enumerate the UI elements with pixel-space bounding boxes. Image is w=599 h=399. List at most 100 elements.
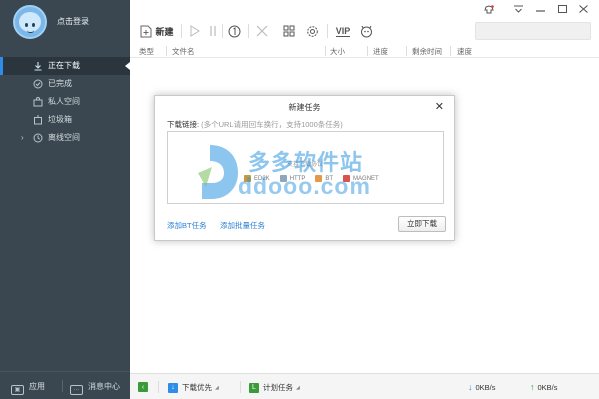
- divider: [222, 24, 223, 38]
- download-link-label: 下载链接: (多个URL请用回车换行，支持1000条任务): [167, 119, 343, 130]
- message-icon: ···: [70, 385, 83, 395]
- avatar-eye: [25, 23, 28, 27]
- limit-button[interactable]: [225, 22, 243, 40]
- divider: [450, 46, 451, 56]
- message-center-label: 消息中心: [88, 382, 120, 391]
- magnet-icon: [343, 175, 351, 182]
- dropdown-arrow-icon: ◢: [215, 384, 219, 391]
- delete-x-icon: [256, 25, 268, 37]
- cloud-icon: [32, 132, 44, 144]
- maximize-button[interactable]: [558, 5, 567, 15]
- login-link[interactable]: 点击登录: [57, 16, 89, 27]
- vip-button[interactable]: VIP: [333, 22, 353, 40]
- protocol-bt: BT: [315, 175, 333, 182]
- divider: [325, 46, 326, 56]
- apps-label: 应用: [29, 382, 45, 391]
- add-bt-task-link[interactable]: 添加BT任务: [167, 220, 207, 231]
- divider: [181, 24, 182, 38]
- column-header-remaining[interactable]: 剩余时间: [412, 46, 442, 57]
- new-task-label: 新建: [155, 26, 174, 37]
- new-file-icon: [140, 25, 152, 38]
- settings-button[interactable]: [304, 22, 320, 40]
- sidebar-item-label: 私人空间: [48, 97, 80, 106]
- column-header-size[interactable]: 大小: [330, 46, 345, 57]
- column-header-filename[interactable]: 文件名: [172, 46, 195, 57]
- lock-folder-icon: [32, 96, 44, 108]
- download-link-label-text: 下载链接:: [167, 120, 200, 129]
- apps-icon: ▣: [11, 385, 24, 395]
- column-header-progress[interactable]: 进度: [373, 46, 388, 57]
- download-icon: [32, 60, 44, 72]
- upload-speed: ↑ 0KB/s: [530, 382, 558, 392]
- close-icon[interactable]: ✕: [435, 100, 444, 113]
- sidebar-item-private[interactable]: 私人空间: [0, 93, 130, 111]
- add-batch-task-link[interactable]: 添加批量任务: [220, 220, 265, 231]
- divider: [166, 46, 167, 56]
- download-priority-icon: ↓: [168, 382, 178, 393]
- avatar[interactable]: [13, 5, 47, 39]
- column-header-speed[interactable]: 速度: [457, 46, 472, 57]
- task-table-header: 类型 文件名 大小 进度 剩余时间 速度: [130, 44, 599, 58]
- close-button[interactable]: [579, 5, 588, 15]
- column-header-type[interactable]: 类型: [139, 46, 154, 57]
- download-speed-value: 0KB/s: [475, 382, 496, 392]
- sidebar: 点击登录 正在下载 已完成 私人空间 垃圾箱 › 离线空间 ▣ 应用 ··· 消…: [0, 0, 130, 399]
- delete-button[interactable]: [254, 22, 270, 40]
- sidebar-nav: 正在下载 已完成 私人空间 垃圾箱 › 离线空间: [0, 57, 130, 147]
- skin-icon[interactable]: [484, 5, 494, 16]
- minimize-button[interactable]: [536, 5, 545, 15]
- upload-speed-value: 0KB/s: [537, 382, 558, 392]
- protocol-hint: 支持下载协议: [287, 162, 324, 168]
- manage-button[interactable]: [281, 22, 297, 40]
- sidebar-item-label: 正在下载: [48, 61, 80, 70]
- divider: [367, 46, 368, 56]
- grid-icon: [283, 25, 295, 37]
- arrow-up-icon: ↑: [530, 382, 535, 392]
- sidebar-item-trash[interactable]: 垃圾箱: [0, 111, 130, 129]
- http-icon: [279, 175, 287, 182]
- sidebar-item-label: 垃圾箱: [48, 115, 72, 124]
- divider: [248, 24, 249, 38]
- chevron-right-icon[interactable]: ›: [21, 129, 24, 147]
- protocol-http: HTTP: [279, 175, 305, 182]
- divider: [406, 46, 407, 56]
- avatar-face: [19, 12, 41, 33]
- dialog-title: 新建任务: [288, 103, 321, 112]
- divider: [327, 24, 328, 38]
- new-task-button[interactable]: 新建: [138, 22, 176, 40]
- sidebar-item-downloading[interactable]: 正在下载: [0, 57, 130, 75]
- pause-button[interactable]: [206, 22, 220, 40]
- sidebar-item-completed[interactable]: 已完成: [0, 75, 130, 93]
- sidebar-item-label: 离线空间: [48, 133, 80, 142]
- vip-label: VIP: [335, 25, 351, 37]
- avatar-mouth: [27, 30, 34, 33]
- scheduled-task-button[interactable]: L 计划任务 ◢: [249, 382, 300, 393]
- download-priority-label: 下载优先: [182, 383, 212, 392]
- apps-button[interactable]: ▣ 应用: [11, 381, 45, 395]
- download-priority-button[interactable]: ↓ 下载优先 ◢: [168, 382, 219, 393]
- collapse-sidebar-button[interactable]: ‹: [138, 382, 152, 392]
- avatar-eye: [32, 23, 35, 27]
- dropdown-arrow-icon: ◢: [296, 384, 300, 391]
- protocol-magnet: MAGNET: [343, 175, 379, 182]
- pause-icon: [209, 25, 217, 37]
- ed2k-icon: [244, 175, 251, 182]
- download-now-button[interactable]: 立即下载: [398, 216, 446, 232]
- sidebar-footer: ▣ 应用 ··· 消息中心: [0, 371, 130, 399]
- trash-icon: [32, 114, 44, 126]
- gear-icon: [306, 25, 319, 38]
- search-input[interactable]: [475, 22, 591, 40]
- message-center-button[interactable]: ··· 消息中心: [70, 381, 120, 395]
- new-task-dialog: 新建任务 ✕ 下载链接: (多个URL请用回车换行，支持1000条任务) 支持下载…: [154, 95, 455, 241]
- divider: [62, 380, 63, 392]
- download-speed: ↓ 0KB/s: [468, 382, 496, 392]
- arrow-down-icon: ↓: [468, 382, 473, 392]
- download-link-input[interactable]: 支持下载协议 ED2K HTTP BT MAGNET: [167, 131, 444, 204]
- play-icon: [190, 25, 200, 37]
- start-button[interactable]: [187, 22, 203, 40]
- schedule-icon: L: [249, 382, 259, 393]
- sidebar-item-offline[interactable]: › 离线空间: [0, 129, 130, 147]
- mascot-button[interactable]: [358, 22, 374, 40]
- sidebar-item-label: 已完成: [48, 79, 72, 88]
- menu-icon[interactable]: [514, 5, 523, 15]
